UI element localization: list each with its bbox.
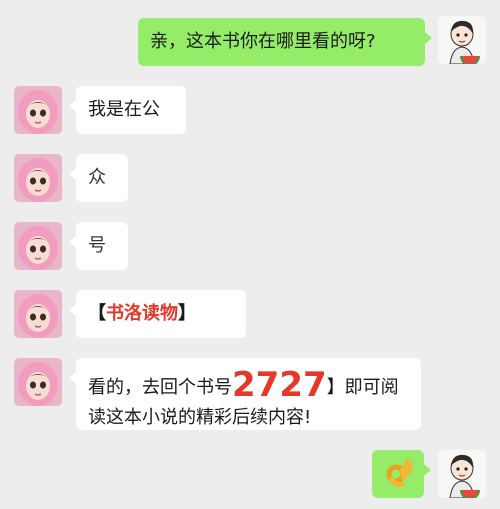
bracket-close: 】 xyxy=(178,303,196,324)
bracket-open: 【 xyxy=(88,303,106,324)
message-line-2: 读这本小说的精彩后续内容! xyxy=(88,407,312,428)
contact-avatar[interactable] xyxy=(14,222,62,270)
received-message-bubble[interactable]: 看的，去回个书号2727】即可阅 读这本小说的精彩后续内容! xyxy=(69,358,421,430)
my-avatar[interactable] xyxy=(438,16,486,64)
contact-avatar[interactable] xyxy=(14,358,62,406)
contact-avatar[interactable] xyxy=(14,154,62,202)
message-text: 亲，这本书你在哪里看的呀? xyxy=(150,31,376,52)
sent-message-bubble[interactable] xyxy=(372,450,431,498)
received-message-bubble[interactable]: 众 xyxy=(69,154,128,202)
message-text: 我是在公 xyxy=(88,99,160,120)
contact-avatar[interactable] xyxy=(14,86,62,134)
highlight-text: 书洛读物 xyxy=(106,303,178,324)
sent-message-bubble[interactable]: 亲，这本书你在哪里看的呀? xyxy=(138,18,432,66)
message-line-1: 看的，去回个书号2727】即可阅 xyxy=(88,365,399,405)
book-number: 2727 xyxy=(232,365,327,405)
received-message-bubble[interactable]: 【书洛读物】 xyxy=(69,290,246,338)
my-avatar[interactable] xyxy=(438,450,486,498)
contact-avatar[interactable] xyxy=(14,290,62,338)
message-text: 众 xyxy=(88,167,106,188)
message-text: 号 xyxy=(88,235,106,256)
ok-hand-emoji xyxy=(386,458,413,487)
received-message-bubble[interactable]: 我是在公 xyxy=(69,86,186,134)
received-message-bubble[interactable]: 号 xyxy=(69,222,128,270)
